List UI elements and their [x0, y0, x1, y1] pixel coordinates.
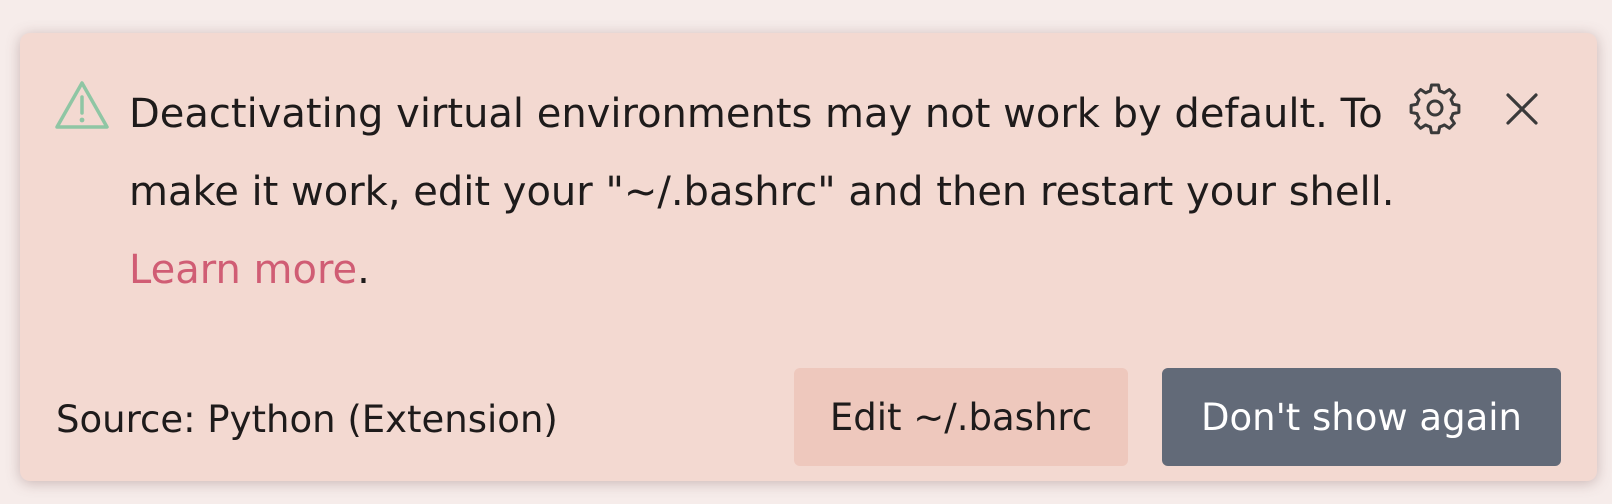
warning-icon: [55, 81, 109, 129]
learn-more-link[interactable]: Learn more: [129, 247, 357, 293]
gear-icon[interactable]: [1408, 81, 1462, 135]
notification-source: Source: Python (Extension): [56, 398, 558, 441]
dont-show-again-button[interactable]: Don't show again: [1162, 368, 1561, 466]
notification-message: Deactivating virtual environments may no…: [129, 75, 1409, 309]
message-text: Deactivating virtual environments may no…: [129, 91, 1395, 215]
edit-bashrc-button[interactable]: Edit ~/.bashrc: [794, 368, 1128, 466]
close-icon[interactable]: [1498, 85, 1546, 133]
notification-toast: Deactivating virtual environments may no…: [20, 33, 1597, 481]
link-suffix: .: [357, 247, 370, 293]
